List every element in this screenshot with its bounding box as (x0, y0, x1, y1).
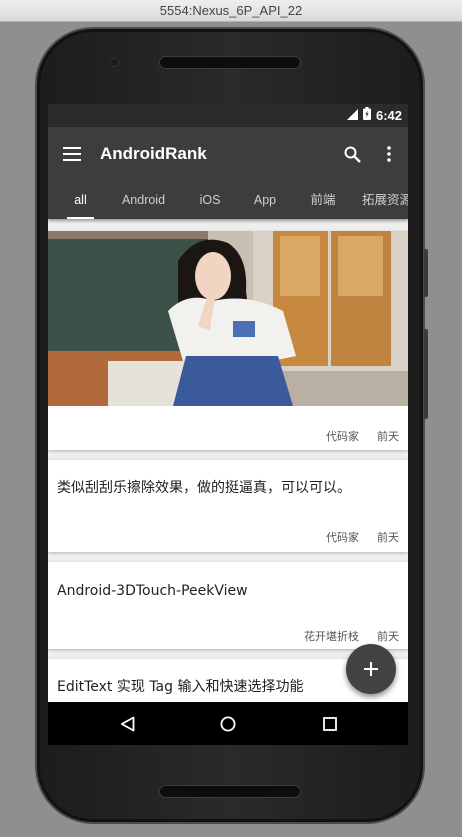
tab-all[interactable]: all (62, 181, 99, 219)
app-bar: AndroidRank (48, 127, 408, 181)
article-title: EditText 实现 Tag 输入和快速选择功能 (57, 679, 304, 695)
article-meta: 代码家 前天 (326, 428, 399, 444)
more-vert-icon (387, 146, 391, 162)
tab-android[interactable]: Android (115, 181, 172, 219)
battery-icon (362, 106, 371, 125)
article-title: Android-3DTouch-PeekView (57, 583, 248, 599)
emulator-window-title: 5554:Nexus_6P_API_22 (0, 0, 462, 22)
status-bar: 6:42 (48, 104, 408, 127)
article-author: 花开堪折枝 (304, 630, 359, 643)
power-button[interactable] (424, 249, 428, 297)
tab-app[interactable]: App (246, 181, 284, 219)
system-nav-bar (48, 702, 408, 745)
back-triangle-icon (120, 716, 134, 731)
category-tabs: all Android iOS App 前端 拓展资源 (48, 181, 408, 219)
recents-square-icon (323, 716, 337, 731)
article-meta: 花开堪折枝 前天 (304, 628, 399, 644)
article-feed: 代码家 前天 类似刮刮乐擦除效果，做的挺逼真，可以可以。 代码家 前天 Andr… (48, 219, 408, 702)
home-button[interactable] (208, 710, 248, 737)
volume-button[interactable] (424, 329, 428, 419)
article-time: 前天 (377, 630, 399, 643)
overflow-menu-button[interactable] (375, 140, 403, 168)
device-screen: 6:42 AndroidRank all Android iOS App 前端 … (48, 104, 408, 745)
signal-icon (346, 107, 358, 125)
back-button[interactable] (107, 710, 147, 737)
bottom-speaker (159, 785, 301, 798)
article-card[interactable]: 类似刮刮乐擦除效果，做的挺逼真，可以可以。 代码家 前天 (48, 460, 408, 552)
tab-frontend[interactable]: 前端 (302, 181, 344, 219)
recents-button[interactable] (310, 710, 350, 737)
article-time: 前天 (377, 531, 399, 544)
article-title: 类似刮刮乐擦除效果，做的挺逼真，可以可以。 (57, 480, 351, 496)
tab-resources[interactable]: 拓展资源 (362, 181, 408, 219)
article-time: 前天 (377, 430, 399, 443)
earpiece-speaker (159, 56, 301, 69)
plus-icon (364, 662, 378, 676)
menu-button[interactable] (58, 140, 86, 168)
status-time: 6:42 (375, 108, 402, 123)
tab-ios[interactable]: iOS (192, 181, 228, 219)
article-photo (48, 231, 408, 406)
article-meta: 代码家 前天 (326, 529, 399, 545)
hamburger-menu-icon (63, 147, 81, 161)
add-fab-button[interactable] (346, 644, 396, 694)
article-author: 代码家 (326, 531, 359, 544)
article-author: 代码家 (326, 430, 359, 443)
home-circle-icon (220, 716, 236, 731)
article-card[interactable]: Android-3DTouch-PeekView 花开堪折枝 前天 (48, 562, 408, 649)
article-card[interactable]: 代码家 前天 (48, 231, 408, 450)
app-title: AndroidRank (100, 144, 207, 163)
front-camera (110, 58, 119, 67)
search-icon (344, 146, 361, 163)
search-button[interactable] (338, 140, 366, 168)
